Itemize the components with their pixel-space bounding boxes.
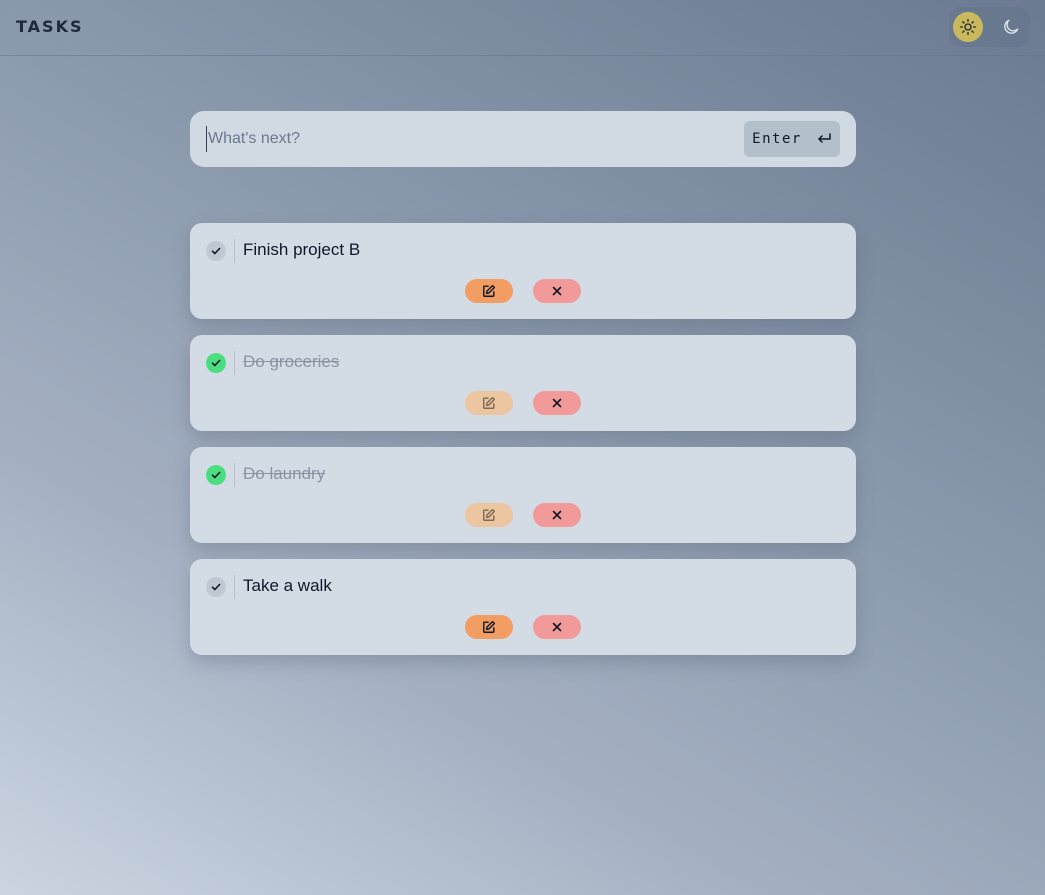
close-icon [552, 398, 562, 408]
edit-task-button[interactable] [465, 279, 513, 303]
task-complete-toggle[interactable] [206, 577, 226, 597]
new-task-input[interactable] [206, 126, 726, 152]
app-title: TASKS [16, 17, 84, 36]
edit-icon [483, 508, 496, 521]
task-complete-toggle[interactable] [206, 465, 226, 485]
edit-icon [483, 284, 496, 297]
task-card: Take a walk [190, 559, 856, 655]
task-card: Do laundry [190, 447, 856, 543]
task-card: Finish project B [190, 223, 856, 319]
edit-icon [483, 620, 496, 633]
enter-button[interactable]: Enter [744, 121, 840, 157]
moon-icon [1004, 19, 1019, 34]
check-icon [211, 471, 221, 479]
task-divider [234, 575, 235, 599]
check-icon [211, 359, 221, 367]
task-text: Finish project B [243, 240, 361, 259]
return-arrow-icon [818, 133, 831, 143]
task-divider [234, 239, 235, 263]
edit-task-button[interactable] [465, 391, 513, 415]
task-complete-toggle[interactable] [206, 353, 226, 373]
sun-icon [959, 18, 976, 36]
delete-task-button[interactable] [533, 279, 581, 303]
delete-task-button[interactable] [533, 615, 581, 639]
close-icon [552, 622, 562, 632]
check-icon [211, 583, 221, 591]
task-card: Do groceries [190, 335, 856, 431]
close-icon [552, 286, 562, 296]
task-divider [234, 463, 235, 487]
delete-task-button[interactable] [533, 391, 581, 415]
check-icon [211, 247, 221, 255]
edit-icon [483, 396, 496, 409]
app-header: TASKS [0, 0, 1045, 56]
dark-theme-button[interactable] [997, 12, 1027, 42]
delete-task-button[interactable] [533, 503, 581, 527]
close-icon [552, 510, 562, 520]
theme-toggle[interactable] [949, 7, 1030, 47]
task-text: Take a walk [243, 576, 332, 595]
task-complete-toggle[interactable] [206, 241, 226, 261]
task-divider [234, 351, 235, 375]
edit-task-button[interactable] [465, 615, 513, 639]
new-task-bar: Enter [190, 111, 856, 167]
task-text: Do groceries [243, 352, 340, 371]
edit-task-button[interactable] [465, 503, 513, 527]
enter-label: Enter [752, 131, 802, 147]
task-text: Do laundry [243, 464, 326, 483]
light-theme-button[interactable] [953, 12, 983, 42]
